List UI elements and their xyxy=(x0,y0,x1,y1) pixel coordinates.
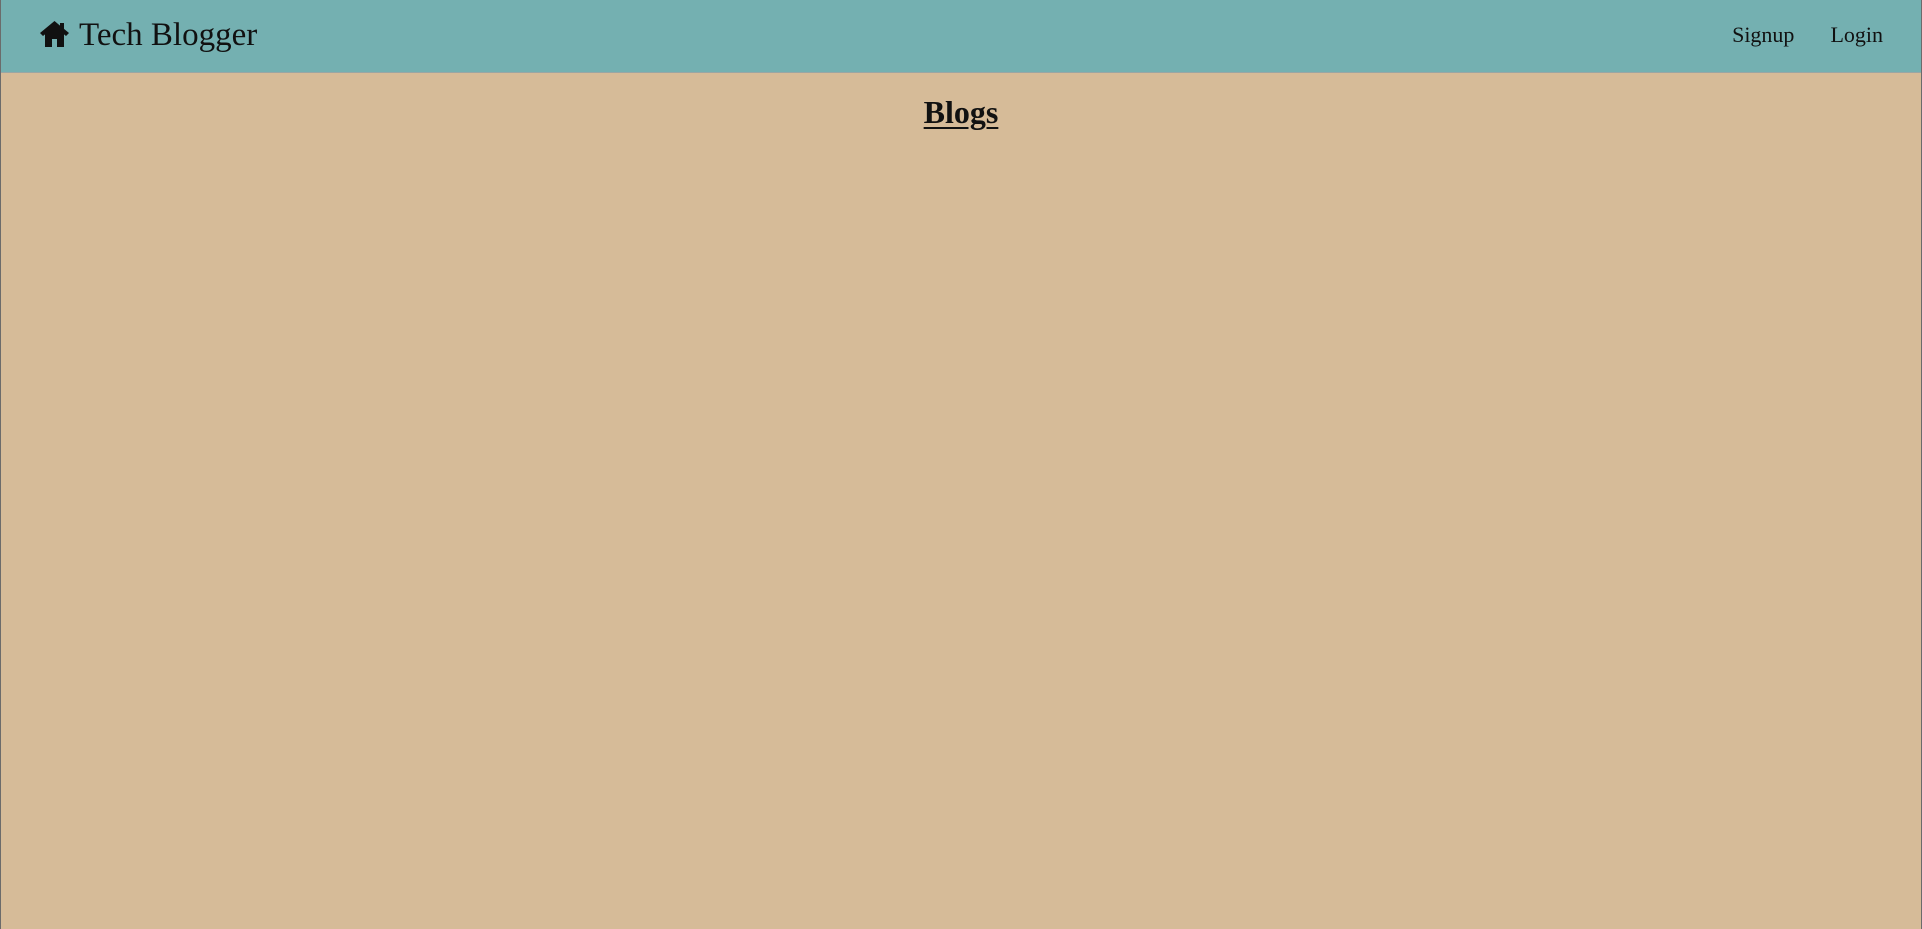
blog-list xyxy=(1,150,1921,910)
top-navbar: Tech Blogger Signup Login xyxy=(1,0,1921,73)
home-icon xyxy=(40,20,69,47)
site-title: Tech Blogger xyxy=(79,17,258,53)
login-link[interactable]: Login xyxy=(1830,21,1883,49)
home-brand-link[interactable]: Tech Blogger xyxy=(40,15,257,55)
blogs-heading: Blogs xyxy=(923,94,999,130)
auth-links: Signup Login xyxy=(1732,21,1883,49)
signup-link[interactable]: Signup xyxy=(1732,21,1794,49)
app-window: Tech Blogger Signup Login Blogs xyxy=(0,0,1922,929)
